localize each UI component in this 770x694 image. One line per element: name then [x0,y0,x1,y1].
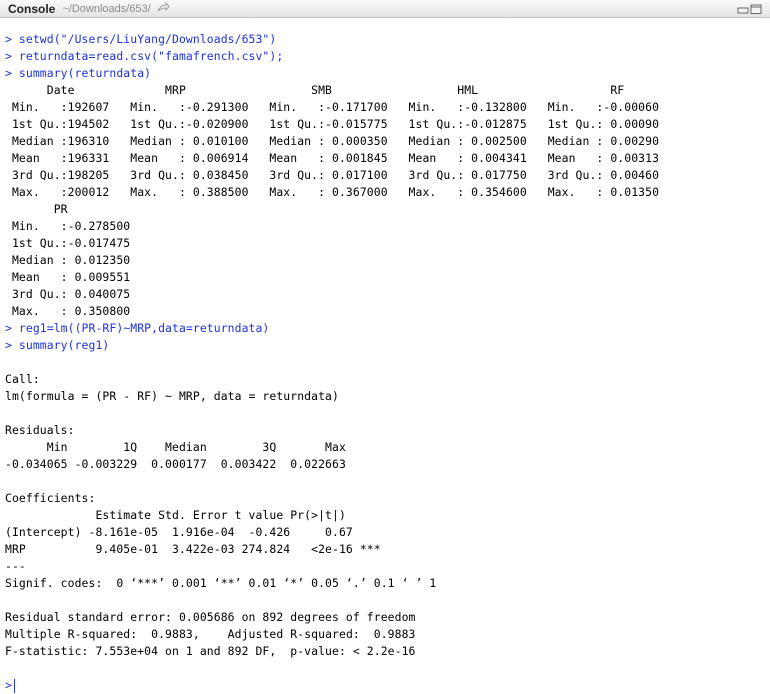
console-output-line: 1st Qu.:-0.017475 [5,236,145,250]
go-to-directory-icon[interactable] [157,1,170,15]
console-output-line: 1st Qu.:194502 1st Qu.:-0.020900 1st Qu.… [5,117,673,131]
console-output-line: -0.034065 -0.003229 0.000177 0.003422 0.… [5,457,353,471]
console-output-line: 3rd Qu.: 0.040075 [5,287,145,301]
console-command-line: > summary(returndata) [5,66,152,80]
console-output-line: --- [5,559,26,573]
console-command-line: > returndata=read.csv("famafrench.csv"); [5,49,284,63]
console-output-line: Residuals: [5,423,75,437]
console-output-line: 3rd Qu.:198205 3rd Qu.: 0.038450 3rd Qu.… [5,168,673,182]
console-output-line: Min. :-0.278500 [5,219,145,233]
console-output-line: Mean :196331 Mean : 0.006914 Mean : 0.00… [5,151,673,165]
working-directory-path: ~/Downloads/653/ [62,2,151,15]
minimize-icon[interactable] [737,2,749,14]
console-output-line: Residual standard error: 0.005686 on 892… [5,610,416,624]
console-output-line: lm(formula = (PR - RF) ~ MRP, data = ret… [5,389,339,403]
console-output-line: Estimate Std. Error t value Pr(>|t|) [5,508,374,522]
maximize-icon[interactable] [750,2,762,14]
console-output-line: Median :196310 Median : 0.010100 Median … [5,134,673,148]
console-output-line: Min 1Q Median 3Q Max [5,440,353,454]
console-output-line: Signif. codes: 0 ‘***’ 0.001 ‘**’ 0.01 ‘… [5,576,437,590]
console-input-line[interactable]: > [5,677,770,694]
console-command-line: > summary(reg1) [5,338,110,352]
console-output-line: Median : 0.012350 [5,253,145,267]
console-output-line: Max. :200012 Max. : 0.388500 Max. : 0.36… [5,185,673,199]
text-cursor [13,678,15,693]
console-output-line: Call: [5,372,40,386]
console-command-line: > setwd("/Users/LiuYang/Downloads/653") [5,32,277,46]
pane-controls [737,2,762,14]
console-command-line: > reg1=lm((PR-RF)~MRP,data=returndata) [5,321,270,335]
console-output-line: Multiple R-squared: 0.9883, Adjusted R-s… [5,627,423,641]
console-output-line: (Intercept) -8.161e-05 1.916e-04 -0.426 … [5,525,381,539]
pane-title[interactable]: Console [8,2,55,16]
console-output-line: PR [5,202,145,216]
console-lines: > setwd("/Users/LiuYang/Downloads/653") >… [5,31,770,677]
console-output-line: Date MRP SMB HML RF [5,83,687,97]
console-output-line: Coefficients: [5,491,96,505]
console-output-line: F-statistic: 7.553e+04 on 1 and 892 DF, … [5,644,416,658]
console-output[interactable]: > setwd("/Users/LiuYang/Downloads/653") >… [0,18,770,694]
console-pane-header: Console ~/Downloads/653/ [0,0,770,18]
console-output-line: Max. : 0.350800 [5,304,145,318]
console-output-line: Min. :192607 Min. :-0.291300 Min. :-0.17… [5,100,673,114]
console-output-line: Mean : 0.009551 [5,270,145,284]
console-prompt: > [5,678,12,692]
console-output-line: MRP 9.405e-01 3.422e-03 274.824 <2e-16 *… [5,542,381,556]
